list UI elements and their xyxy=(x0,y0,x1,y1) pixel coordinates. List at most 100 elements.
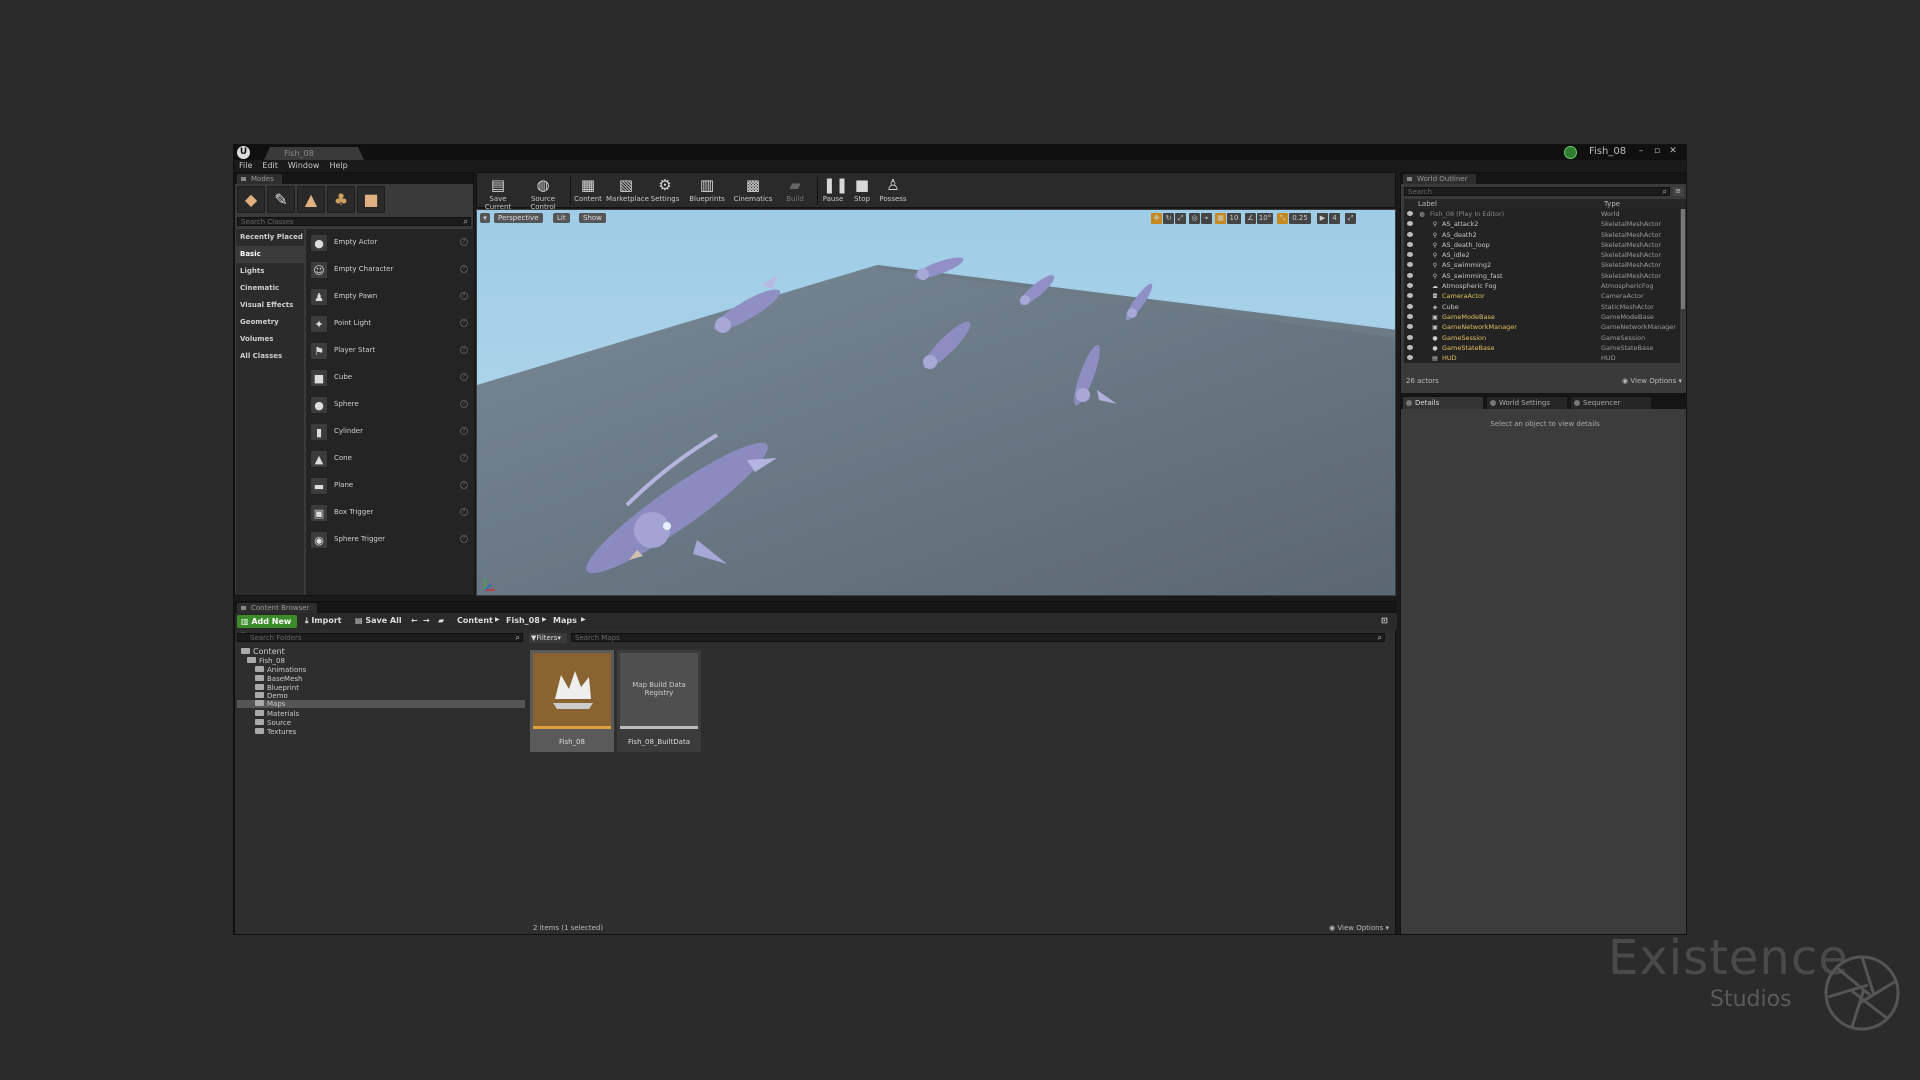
possess-button[interactable]: ♙ Possess xyxy=(877,173,909,207)
list-item[interactable]: ☺ Empty Character? xyxy=(306,256,474,283)
label-column-header[interactable]: Label xyxy=(1418,200,1437,208)
camera-speed-value[interactable]: 4 xyxy=(1329,213,1340,224)
table-row[interactable]: ▤ HUD HUD xyxy=(1404,353,1680,363)
level-tab[interactable]: Fish_08 xyxy=(264,147,364,160)
rotation-snap-value[interactable]: 10° xyxy=(1257,213,1273,224)
visibility-eye-icon[interactable] xyxy=(1407,303,1413,309)
minimize-button[interactable]: – xyxy=(1634,146,1648,157)
table-row[interactable]: ▣ GameNetworkManager GameNetworkManager xyxy=(1404,322,1680,332)
info-icon[interactable]: ? xyxy=(460,508,468,516)
lit-button[interactable]: Lit xyxy=(553,213,570,223)
breadcrumb-fish-08[interactable]: Fish_08 xyxy=(506,616,540,625)
tree-folder-source[interactable]: Source xyxy=(255,719,291,727)
content-view-options-button[interactable]: ◉ View Options ▾ xyxy=(1329,924,1389,932)
table-row[interactable]: ⚲ AS_idle2 SkeletalMeshActor xyxy=(1404,250,1680,260)
tab-sequencer[interactable]: Sequencer xyxy=(1571,397,1651,409)
list-item[interactable]: ◉ Sphere Trigger? xyxy=(306,526,474,553)
search-classes-input[interactable]: Search Classes ⌕ xyxy=(237,217,471,226)
visibility-eye-icon[interactable] xyxy=(1407,324,1413,330)
outliner-view-options-button[interactable]: ◉ View Options ▾ xyxy=(1622,377,1682,385)
scale-snap-value[interactable]: 0.25 xyxy=(1289,213,1311,224)
list-item[interactable]: ▮ Cylinder? xyxy=(306,418,474,445)
save-current-button[interactable]: ▤ Save Current xyxy=(479,173,517,211)
list-item[interactable]: ⚑ Player Start? xyxy=(306,337,474,364)
visibility-eye-icon[interactable] xyxy=(1407,293,1413,299)
list-item[interactable]: ✦ Point Light? xyxy=(306,310,474,337)
menu-window[interactable]: Window xyxy=(283,160,325,171)
maximize-button[interactable]: ▫ xyxy=(1650,146,1664,157)
table-row[interactable]: ⚲ AS_swimming2 SkeletalMeshActor xyxy=(1404,260,1680,270)
outliner-scrollbar[interactable] xyxy=(1681,209,1685,309)
source-control-button[interactable]: ◍ Source Control xyxy=(519,173,567,211)
breadcrumb-chevron-icon[interactable]: ▶ xyxy=(542,616,547,623)
visibility-eye-icon[interactable] xyxy=(1407,252,1413,258)
back-arrow-icon[interactable]: ← xyxy=(411,616,418,625)
landscape-mode-icon[interactable]: ▲ xyxy=(297,186,325,213)
table-row[interactable]: ☁ Atmospheric Fog AtmosphericFog xyxy=(1404,281,1680,291)
info-icon[interactable]: ? xyxy=(460,373,468,381)
visibility-eye-icon[interactable] xyxy=(1407,231,1413,237)
list-item[interactable]: ▬ Plane? xyxy=(306,472,474,499)
stop-button[interactable]: ■ Stop xyxy=(849,173,875,207)
visibility-eye-icon[interactable] xyxy=(1407,283,1413,289)
menu-help[interactable]: Help xyxy=(324,160,352,171)
table-row[interactable]: ▣ GameModeBase GameModeBase xyxy=(1404,312,1680,322)
table-row[interactable]: ◍ Fish_08 (Play In Editor) World xyxy=(1404,209,1680,219)
info-icon[interactable]: ? xyxy=(460,346,468,354)
world-outliner-tab[interactable]: World Outliner xyxy=(1403,174,1476,184)
tree-folder-materials[interactable]: Materials xyxy=(255,710,299,718)
camera-speed-icon[interactable]: ▶ xyxy=(1317,213,1328,224)
tree-folder-maps[interactable]: Maps xyxy=(255,700,285,708)
category-geometry[interactable]: Geometry xyxy=(236,314,304,331)
visibility-eye-icon[interactable] xyxy=(1407,241,1413,247)
close-button[interactable]: ✕ xyxy=(1666,146,1680,157)
visibility-eye-icon[interactable] xyxy=(1407,211,1413,216)
scale-snap-icon[interactable]: ⤡ xyxy=(1277,213,1288,224)
blueprints-button[interactable]: ▥ Blueprints xyxy=(687,173,727,207)
breadcrumb-chevron-icon[interactable]: ▶ xyxy=(495,616,500,623)
cinematics-button[interactable]: ▩ Cinematics xyxy=(733,173,773,207)
lock-icon[interactable]: ⊡ xyxy=(1381,616,1388,625)
info-icon[interactable]: ? xyxy=(460,427,468,435)
content-button[interactable]: ▦ Content xyxy=(572,173,604,207)
filters-button[interactable]: ▼Filters▾ xyxy=(529,633,567,643)
asset-tile-fish-08[interactable]: Fish_08 xyxy=(530,650,614,752)
table-row[interactable]: ⚲ AS_death_loop SkeletalMeshActor xyxy=(1404,240,1680,250)
tab-details[interactable]: Details xyxy=(1403,397,1483,409)
breadcrumb-content[interactable]: Content xyxy=(457,616,493,625)
rotate-mode-icon[interactable]: ↻ xyxy=(1163,213,1174,224)
tree-folder-content[interactable]: Content xyxy=(241,647,285,656)
info-icon[interactable]: ? xyxy=(460,400,468,408)
search-maps-input[interactable]: Search Maps ⌕ xyxy=(571,633,1385,642)
info-icon[interactable]: ? xyxy=(460,454,468,462)
category-basic[interactable]: Basic xyxy=(236,246,304,263)
tree-folder-basemesh[interactable]: BaseMesh xyxy=(255,675,302,683)
table-row[interactable]: ◈ Cube StaticMeshActor xyxy=(1404,302,1680,312)
marketplace-button[interactable]: ▧ Marketplace xyxy=(606,173,649,207)
grid-snap-value[interactable]: 10 xyxy=(1227,213,1241,224)
visibility-eye-icon[interactable] xyxy=(1407,334,1413,340)
tab-world-settings[interactable]: World Settings xyxy=(1487,397,1567,409)
settings-button[interactable]: ⚙ Settings xyxy=(648,173,682,207)
table-row[interactable]: ◘ CameraActor CameraActor xyxy=(1404,291,1680,301)
tree-folder-animations[interactable]: Animations xyxy=(255,666,306,674)
grid-snap-icon[interactable]: ▦ xyxy=(1215,213,1226,224)
import-button[interactable]: ⤓ Import xyxy=(305,616,342,626)
visibility-eye-icon[interactable] xyxy=(1407,221,1413,227)
outliner-settings-icon[interactable]: ≡ xyxy=(1673,187,1683,196)
info-icon[interactable]: ? xyxy=(460,319,468,327)
translate-mode-icon[interactable]: ✥ xyxy=(1151,213,1162,224)
scale-mode-icon[interactable]: ⤢ xyxy=(1175,213,1186,224)
list-item[interactable]: ■ Cube? xyxy=(306,364,474,391)
info-icon[interactable]: ? xyxy=(460,265,468,273)
info-icon[interactable]: ? xyxy=(460,535,468,543)
perspective-button[interactable]: Perspective xyxy=(494,213,543,223)
build-button[interactable]: ▰ Build xyxy=(778,173,812,207)
level-viewport[interactable]: ▾ Perspective Lit Show ✥ ↻ ⤢ ◎ ⌖ ▦ 10 ∠ … xyxy=(476,209,1396,596)
visibility-eye-icon[interactable] xyxy=(1407,272,1413,278)
visibility-eye-icon[interactable] xyxy=(1407,262,1413,268)
search-folders-input[interactable]: Search Folders ⌕ xyxy=(237,633,523,642)
pause-button[interactable]: ❚❚ Pause xyxy=(819,173,848,207)
list-item[interactable]: ● Empty Actor? xyxy=(306,229,474,256)
breadcrumb-maps[interactable]: Maps xyxy=(553,616,577,625)
